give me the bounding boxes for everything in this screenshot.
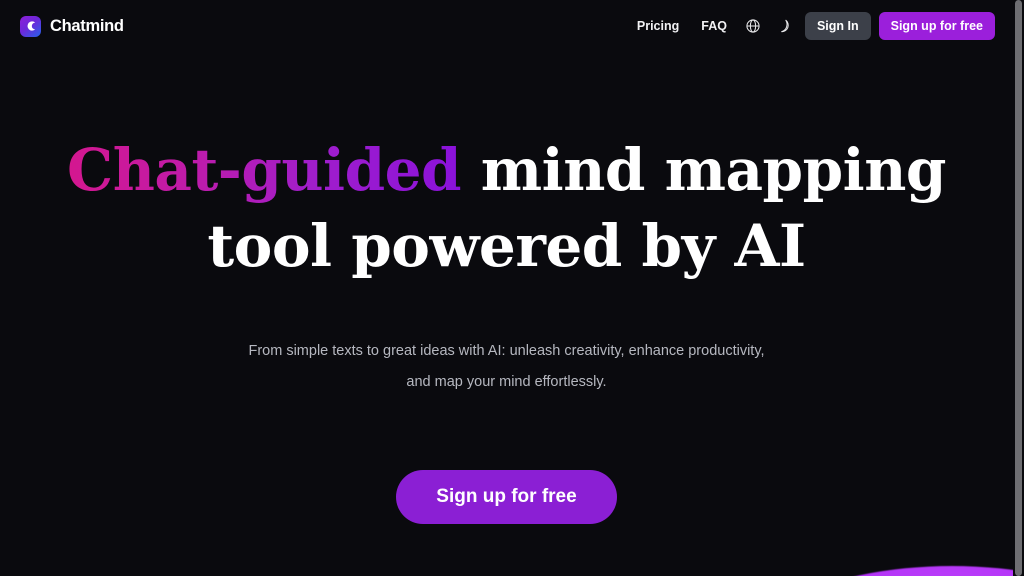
hero-cta-container: Sign up for free	[396, 470, 617, 524]
page-root: Chatmind Pricing FAQ Sign In Sign up for…	[0, 0, 1013, 576]
hero-section: Chat-guided mind mapping tool powered by …	[0, 0, 1013, 576]
headline-line1-rest: mind mapping	[461, 136, 947, 204]
page-title: Chat-guided mind mapping tool powered by …	[67, 132, 946, 284]
headline-accent-text: Chat-guided	[67, 136, 462, 204]
vertical-scrollbar[interactable]	[1013, 0, 1024, 576]
hero-sign-up-button[interactable]: Sign up for free	[396, 470, 617, 524]
headline-line2: tool powered by AI	[207, 212, 806, 280]
hero-subtitle: From simple texts to great ideas with AI…	[248, 343, 765, 390]
scrollbar-thumb[interactable]	[1015, 0, 1022, 576]
